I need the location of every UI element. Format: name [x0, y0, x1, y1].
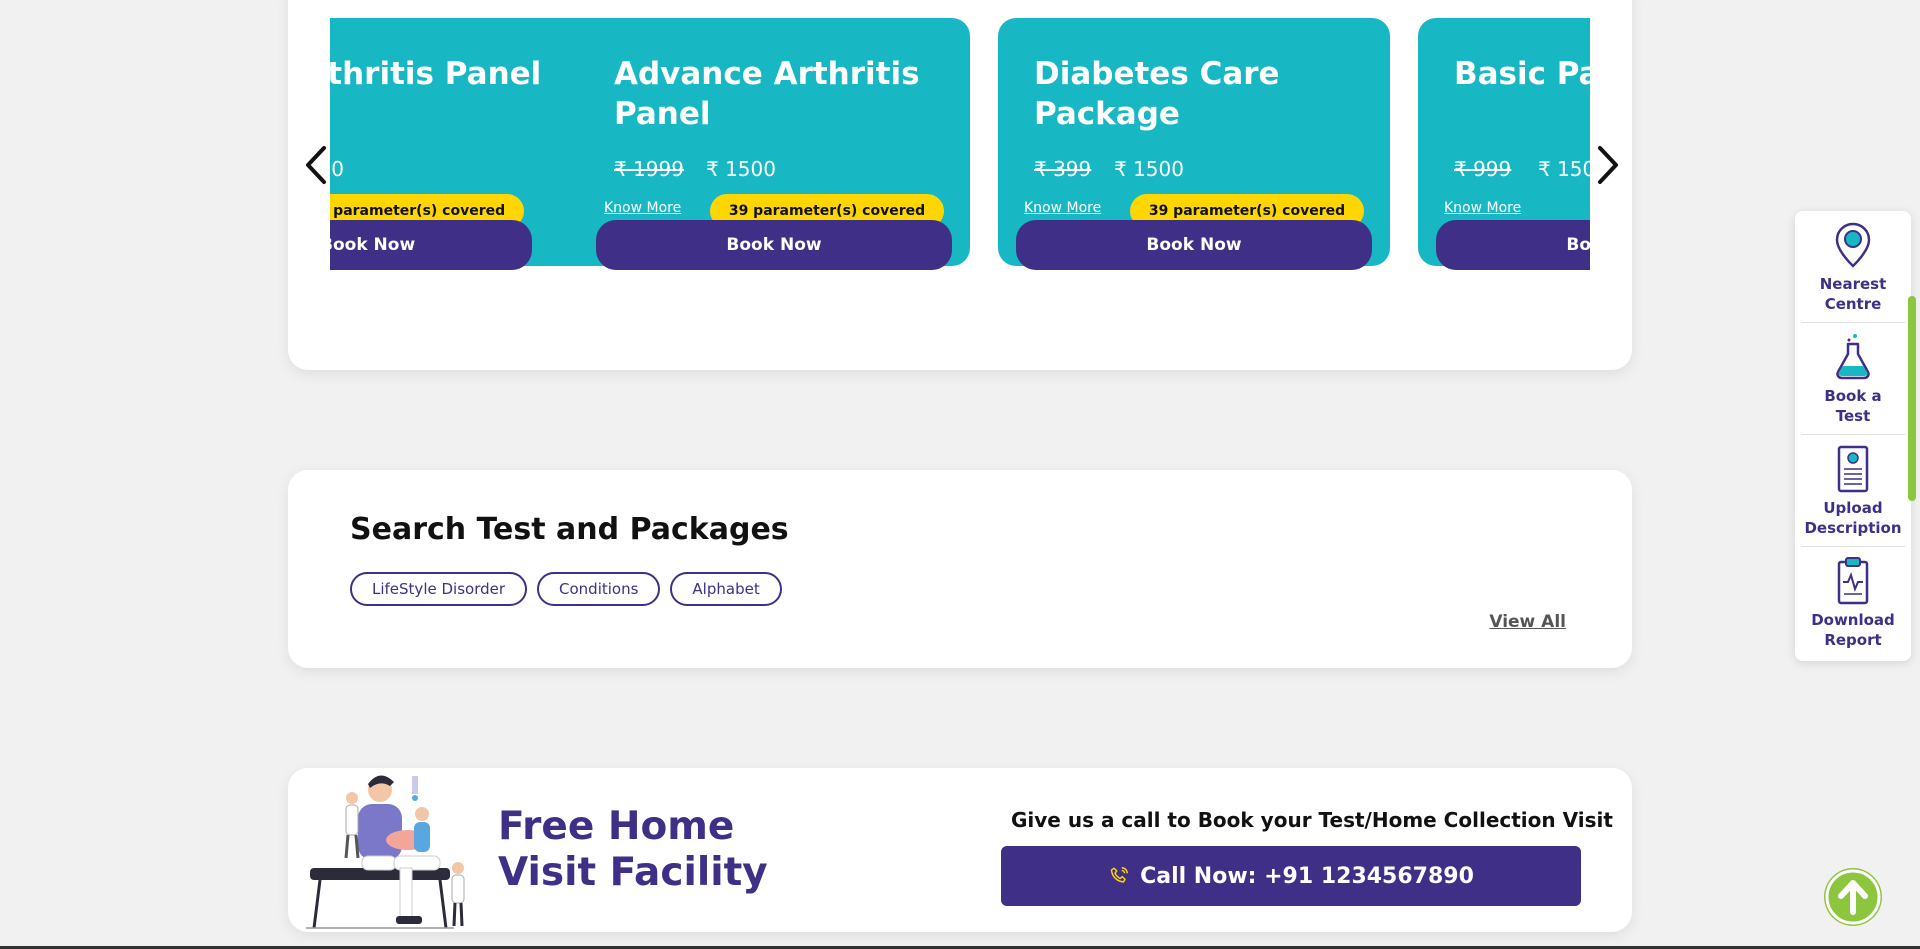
- quick-book-test[interactable]: Book a Test: [1801, 323, 1905, 435]
- call-caption: Give us a call to Book your Test/Home Co…: [1011, 808, 1613, 832]
- quick-label: Download Report: [1811, 611, 1895, 649]
- section-title: Search Test and Packages: [350, 512, 789, 547]
- package-price-original: ₹ 399: [1034, 157, 1092, 181]
- book-now-button[interactable]: Book Now: [1016, 220, 1372, 270]
- call-now-label: Call Now: +91 1234567890: [1140, 863, 1474, 889]
- quick-label: Nearest Centre: [1819, 274, 1887, 313]
- quick-nearest-centre[interactable]: Nearest Centre: [1801, 211, 1905, 323]
- carousel-next-button[interactable]: [1590, 140, 1624, 190]
- know-more-link[interactable]: Know More: [1024, 200, 1101, 216]
- quick-label: Upload Description: [1804, 498, 1902, 537]
- quick-upload-description[interactable]: Upload Description: [1801, 435, 1905, 547]
- quick-label: Book a Test: [1824, 386, 1882, 425]
- search-tests-panel: Search Test and Packages LifeStyle Disor…: [288, 470, 1632, 668]
- scroll-to-top-button[interactable]: [1824, 868, 1882, 926]
- flask-icon: [1836, 333, 1870, 379]
- package-card: Basic Package ₹ 999 ₹ 1500 Know More Boo…: [1418, 0, 1590, 300]
- document-icon: [1837, 445, 1869, 492]
- location-pin-icon: [1835, 222, 1871, 268]
- package-price-original: ₹ 999: [1454, 157, 1512, 181]
- chip-alphabet[interactable]: Alphabet: [670, 572, 782, 606]
- book-now-button[interactable]: Book Now: [330, 220, 532, 270]
- chevron-left-icon: [306, 146, 326, 184]
- package-price: ₹ 1500: [706, 157, 776, 181]
- view-all-link[interactable]: View All: [1489, 612, 1566, 632]
- package-price: ₹ 1500: [1538, 157, 1590, 181]
- chip-lifestyle-disorder[interactable]: LifeStyle Disorder: [350, 572, 528, 606]
- know-more-link[interactable]: Know More: [604, 200, 681, 216]
- chevron-right-icon: [1598, 146, 1618, 184]
- carousel-prev-button[interactable]: [300, 140, 334, 190]
- package-title: Basic Package: [1454, 56, 1590, 92]
- package-price: ₹ 1500: [1114, 157, 1184, 181]
- quick-actions-bar: Nearest Centre Book a Test Upload Descri…: [1795, 211, 1911, 661]
- package-title: Arthritis Panel: [330, 56, 542, 92]
- home-visit-panel: Free Home Visit Facility Give us a call …: [288, 768, 1632, 932]
- chip-conditions[interactable]: Conditions: [537, 572, 661, 606]
- arrow-up-icon: [1825, 869, 1881, 925]
- clipboard-icon: [1837, 557, 1869, 605]
- phone-icon: [1110, 867, 1129, 883]
- filter-chips: LifeStyle Disorder Conditions Alphabet: [350, 572, 782, 606]
- packages-carousel-panel: Arthritis Panel ₹ 1500 39 parameter(s) c…: [288, 0, 1632, 370]
- home-visit-illustration: [306, 775, 465, 929]
- scrollbar-thumb[interactable]: [1908, 296, 1916, 501]
- package-card: Advance Arthritis Panel ₹ 1999 ₹ 1500 Kn…: [578, 0, 970, 300]
- know-more-link[interactable]: Know More: [1444, 200, 1521, 216]
- book-now-button[interactable]: Book Now: [596, 220, 952, 270]
- carousel-viewport: Arthritis Panel ₹ 1500 39 parameter(s) c…: [330, 0, 1590, 300]
- book-now-button[interactable]: Book Now: [1436, 220, 1590, 270]
- package-title: Advance Arthritis Panel: [614, 56, 920, 132]
- home-visit-title: Free Home Visit Facility: [498, 804, 768, 895]
- call-now-button[interactable]: Call Now: +91 1234567890: [1001, 846, 1581, 906]
- package-title: Diabetes Care Package: [1034, 56, 1280, 132]
- package-price-original: ₹ 1999: [614, 157, 684, 181]
- quick-download-report[interactable]: Download Report: [1801, 547, 1905, 659]
- package-card: Diabetes Care Package ₹ 399 ₹ 1500 Know …: [998, 0, 1390, 300]
